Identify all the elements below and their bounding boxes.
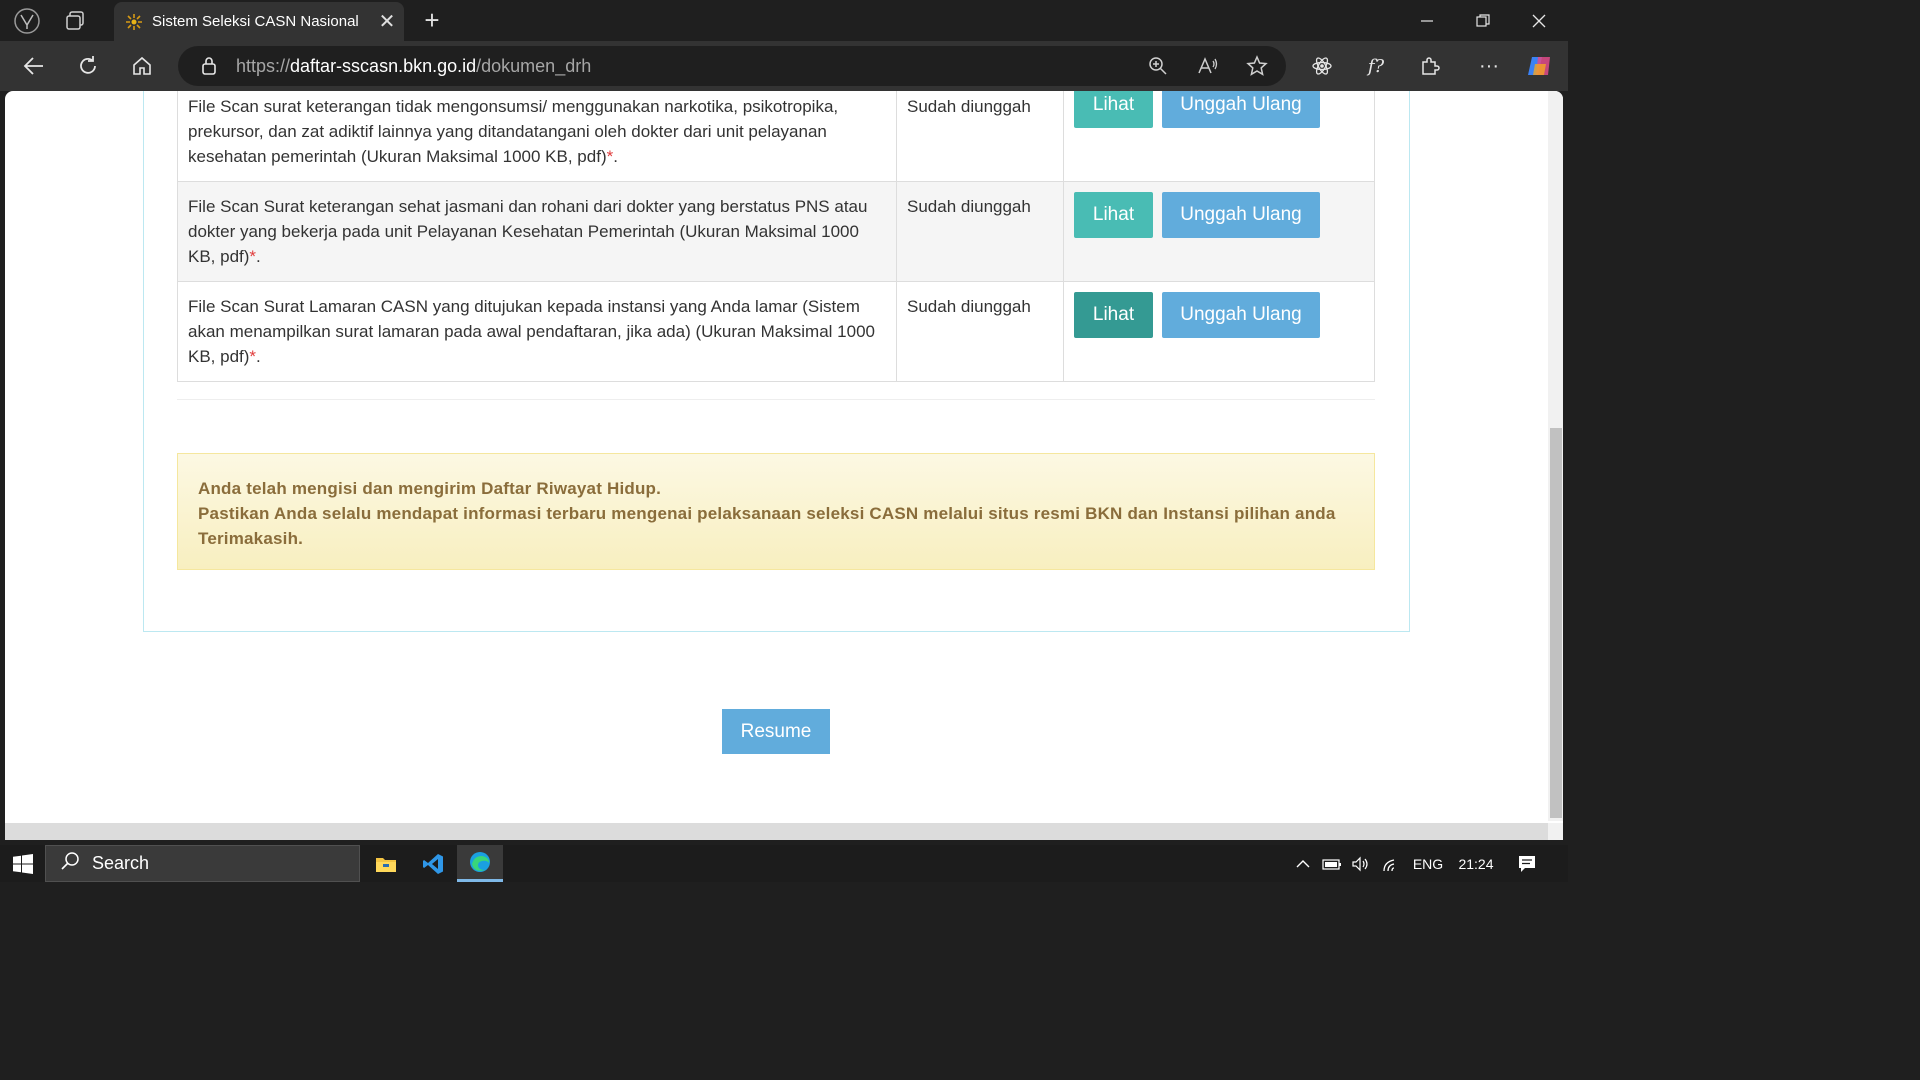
start-button[interactable]	[4, 845, 42, 882]
browser-tab-bar: Sistem Seleksi CASN Nasional ✕ +	[0, 0, 1568, 41]
workspaces-icon[interactable]	[58, 4, 92, 38]
font-extension-icon[interactable]: f?	[1360, 50, 1392, 82]
tab-title: Sistem Seleksi CASN Nasional	[152, 13, 359, 30]
document-actions: Lihat Unggah Ulang	[1063, 281, 1375, 382]
reupload-button[interactable]: Unggah Ulang	[1162, 91, 1320, 128]
network-icon[interactable]	[1380, 845, 1404, 882]
new-tab-button[interactable]: +	[418, 5, 446, 35]
tab-close-icon[interactable]: ✕	[374, 9, 400, 35]
lock-icon[interactable]	[198, 55, 220, 77]
document-status: Sudah diunggah	[896, 91, 1064, 182]
browser-toolbar: https://daftar-sscasn.bkn.go.id/dokumen_…	[0, 41, 1568, 91]
close-window-button[interactable]	[1511, 0, 1567, 41]
clock[interactable]: 21:24	[1454, 845, 1498, 882]
search-icon	[60, 851, 80, 876]
document-table: File Scan surat keterangan tidak mengons…	[177, 91, 1375, 382]
table-row: File Scan Surat keterangan sehat jasmani…	[177, 181, 1375, 282]
react-devtools-extension-icon[interactable]	[1306, 50, 1338, 82]
battery-icon[interactable]	[1320, 845, 1344, 882]
favorite-star-icon[interactable]	[1243, 52, 1271, 80]
document-actions: Lihat Unggah Ulang	[1063, 181, 1375, 282]
document-description: File Scan Surat keterangan sehat jasmani…	[177, 181, 897, 282]
scrollbar-thumb[interactable]	[1550, 428, 1562, 818]
notice-line-3: Terimakasih.	[198, 529, 304, 548]
page-viewport: File Scan surat keterangan tidak mengons…	[5, 91, 1563, 840]
volume-icon[interactable]	[1349, 845, 1373, 882]
taskbar-search[interactable]: Search	[45, 845, 360, 882]
edge-browser-icon[interactable]	[457, 845, 503, 882]
address-bar[interactable]: https://daftar-sscasn.bkn.go.id/dokumen_…	[178, 46, 1286, 86]
restore-button[interactable]	[1455, 0, 1511, 41]
table-row: File Scan surat keterangan tidak mengons…	[177, 91, 1375, 182]
reupload-button[interactable]: Unggah Ulang	[1162, 192, 1320, 238]
document-description: File Scan Surat Lamaran CASN yang dituju…	[177, 281, 897, 382]
vertical-scrollbar[interactable]	[1548, 91, 1563, 821]
notifications-icon[interactable]	[1512, 845, 1542, 882]
horizontal-scrollbar[interactable]	[5, 823, 1548, 840]
scrollbar-corner	[1548, 823, 1563, 840]
document-description: File Scan surat keterangan tidak mengons…	[177, 91, 897, 182]
vscode-icon[interactable]	[410, 845, 456, 882]
show-hidden-icons-chevron-icon[interactable]	[1292, 845, 1314, 882]
table-row: File Scan Surat Lamaran CASN yang dituju…	[177, 281, 1375, 382]
view-button[interactable]: Lihat	[1074, 292, 1153, 338]
copilot-icon[interactable]	[1524, 50, 1556, 82]
view-button[interactable]: Lihat	[1074, 91, 1153, 128]
zoom-icon[interactable]	[1144, 52, 1172, 80]
completion-notice: Anda telah mengisi dan mengirim Daftar R…	[177, 453, 1375, 570]
read-aloud-icon[interactable]	[1194, 52, 1222, 80]
windows-taskbar: Search ENG 21:24	[0, 845, 1568, 882]
resume-button[interactable]: Resume	[722, 709, 830, 754]
document-status: Sudah diunggah	[896, 181, 1064, 282]
site-favicon-icon	[124, 12, 144, 32]
more-menu-icon[interactable]: ···	[1473, 50, 1505, 82]
url-text[interactable]: https://daftar-sscasn.bkn.go.id/dokumen_…	[236, 56, 591, 77]
document-status: Sudah diunggah	[896, 281, 1064, 382]
view-button[interactable]: Lihat	[1074, 192, 1153, 238]
extensions-puzzle-icon[interactable]	[1414, 50, 1446, 82]
file-explorer-icon[interactable]	[363, 845, 409, 882]
tab-active[interactable]: Sistem Seleksi CASN Nasional ✕	[114, 2, 404, 41]
profile-icon[interactable]	[10, 4, 44, 38]
reload-button[interactable]	[70, 48, 106, 84]
back-button[interactable]	[16, 48, 52, 84]
home-button[interactable]	[124, 48, 160, 84]
section-divider	[177, 399, 1375, 400]
document-actions: Lihat Unggah Ulang	[1063, 91, 1375, 182]
search-label: Search	[92, 853, 150, 873]
language-indicator[interactable]: ENG	[1410, 845, 1446, 882]
notice-line-2: Pastikan Anda selalu mendapat informasi …	[198, 504, 1336, 523]
reupload-button[interactable]: Unggah Ulang	[1162, 292, 1320, 338]
notice-line-1: Anda telah mengisi dan mengirim Daftar R…	[198, 479, 662, 498]
minimize-button[interactable]	[1399, 0, 1455, 41]
